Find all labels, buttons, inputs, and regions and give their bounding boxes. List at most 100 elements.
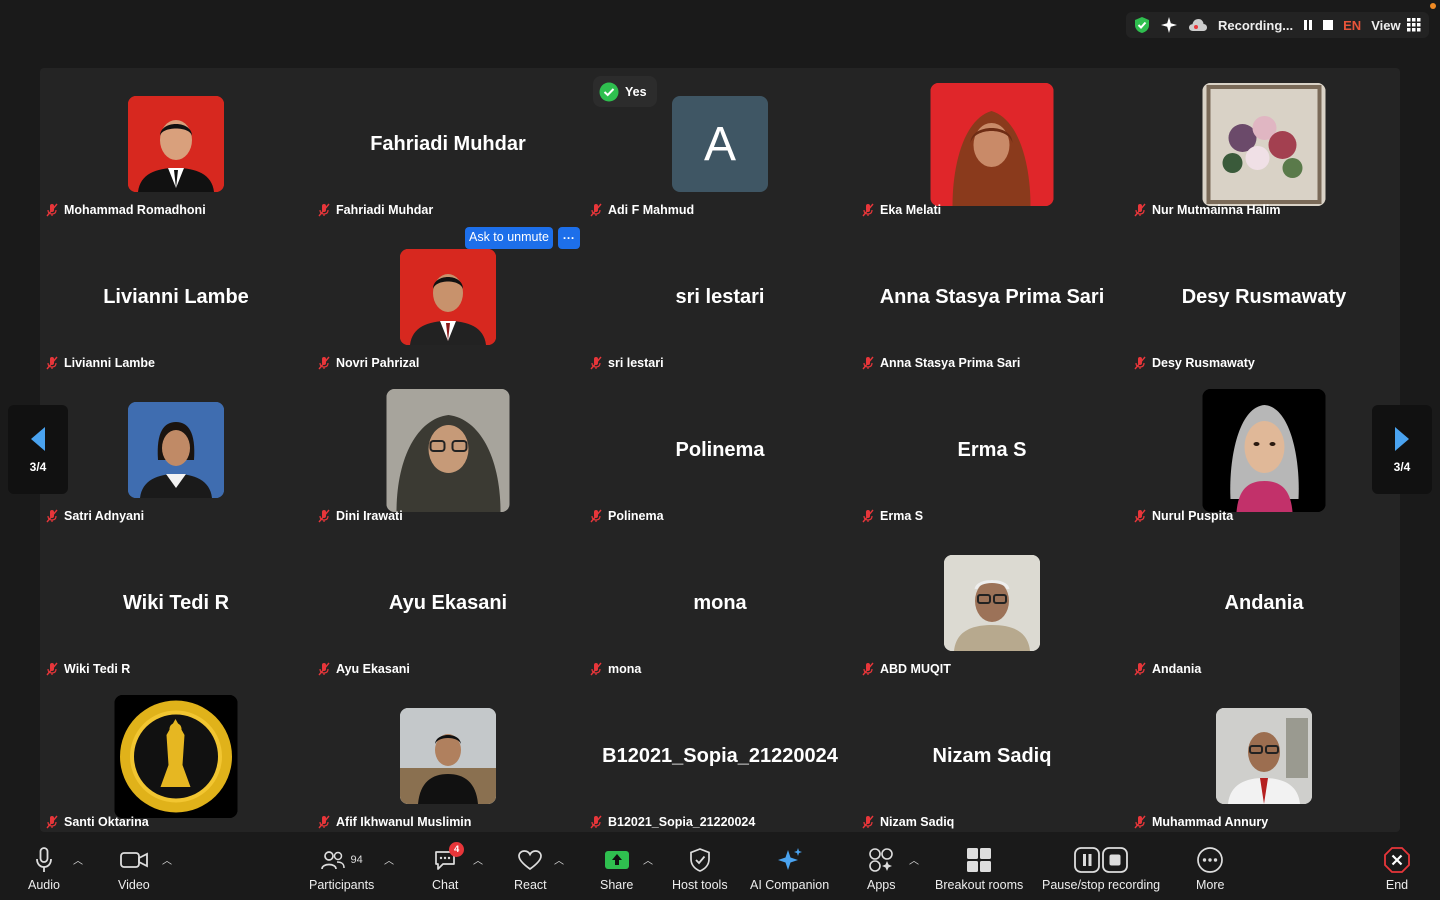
participant-photo [114,695,238,818]
participant-display-name: Andania [1224,592,1304,614]
more-dots-icon [1197,847,1224,873]
notification-dot [1430,3,1436,9]
participant-tile[interactable]: Mohammad Romadhoni [40,68,312,221]
participant-name: Nurul Puspita [1152,509,1234,523]
participant-name-label: Livianni Lambe [46,356,155,370]
participant-tile[interactable]: Livianni Lambe Livianni Lambe [40,221,312,374]
participant-tile[interactable]: Afif Ikhwanul Muslimin [312,680,584,833]
participant-photo [944,555,1040,651]
muted-mic-icon [1134,356,1146,370]
participant-photo [128,402,224,498]
pause-recording-icon[interactable] [1303,20,1313,30]
participant-tile[interactable]: Muhammad Annury [1128,680,1400,833]
audio-options-chevron-icon[interactable]: ︿ [73,852,83,867]
participant-tile[interactable]: Dini Irawati [312,374,584,527]
grid-view-icon [1406,18,1421,32]
participant-tile[interactable]: ABD MUQIT [856,527,1128,680]
participant-photo [1216,708,1312,804]
participant-tile[interactable]: Fahriadi Muhdar Fahriadi Muhdar [312,68,584,221]
muted-mic-icon [318,203,330,217]
muted-mic-icon [590,815,602,829]
ask-to-unmute-group: Ask to unmute ··· [465,227,580,249]
react-options-chevron-icon[interactable]: ︿ [554,852,564,867]
participant-tile[interactable]: Satri Adnyani [40,374,312,527]
host-shield-icon [689,848,710,872]
view-button[interactable]: View [1371,18,1421,33]
previous-page-button[interactable]: 3/4 [8,405,68,494]
share-options-chevron-icon[interactable]: ︿ [643,852,653,867]
encryption-shield-icon[interactable] [1134,16,1150,34]
share-button[interactable]: Share [600,846,633,892]
participant-tile[interactable]: Andania Andania [1128,527,1400,680]
participant-tile[interactable]: B12021_Sopia_21220024 B12021_Sopia_21220… [584,680,856,833]
participant-name: Dini Irawati [336,509,403,523]
breakout-rooms-button[interactable]: Breakout rooms [935,846,1023,892]
participant-tile[interactable]: Ayu Ekasani Ayu Ekasani [312,527,584,680]
apps-options-chevron-icon[interactable]: ︿ [909,852,919,867]
participant-name: Polinema [608,509,664,523]
react-label: React [514,878,547,892]
participant-display-name: Wiki Tedi R [122,592,230,614]
pause-stop-recording-button[interactable]: Pause/stop recording [1042,846,1160,892]
more-label: More [1196,878,1225,892]
heart-icon [518,850,543,871]
muted-mic-icon [1134,509,1146,523]
participant-photo [1202,83,1326,206]
end-meeting-button[interactable]: End [1384,846,1410,892]
participant-tile[interactable]: Santi Oktarina [40,680,312,833]
participant-tile[interactable]: mona mona [584,527,856,680]
react-button[interactable]: React [514,846,547,892]
participant-tile[interactable]: Polinema Polinema [584,374,856,527]
participant-tile[interactable]: Nurul Puspita [1128,374,1400,527]
ai-companion-button[interactable]: AI Companion [750,846,829,892]
participants-options-chevron-icon[interactable]: ︿ [384,852,394,867]
video-options-chevron-icon[interactable]: ︿ [162,852,172,867]
chat-options-chevron-icon[interactable]: ︿ [473,852,483,867]
muted-mic-icon [862,203,874,217]
participant-display-name: Erma S [957,439,1027,461]
participant-display-name: Ayu Ekasani [388,592,508,614]
participant-name: Livianni Lambe [64,356,155,370]
participants-button[interactable]: 94 Participants [309,846,374,892]
participant-display-name: Desy Rusmawaty [1181,286,1347,308]
participant-tile[interactable]: Anna Stasya Prima Sari Anna Stasya Prima… [856,221,1128,374]
participant-tile[interactable]: Nur Mutmainna Halim [1128,68,1400,221]
video-button[interactable]: Video [118,846,150,892]
participant-photo [128,96,224,192]
participant-tile[interactable]: Eka Melati [856,68,1128,221]
ai-sparkle-icon[interactable] [1160,16,1178,34]
participant-name-label: Andania [1134,662,1201,676]
participant-tile[interactable]: Wiki Tedi R Wiki Tedi R [40,527,312,680]
ask-to-unmute-button[interactable]: Ask to unmute [465,227,553,249]
audio-button[interactable]: Audio [28,846,60,892]
participant-name-label: Ayu Ekasani [318,662,410,676]
participant-name-label: Novri Pahrizal [318,356,419,370]
participant-name: Adi F Mahmud [608,203,695,217]
chat-button[interactable]: 4 Chat [432,842,465,892]
host-tools-button[interactable]: Host tools [672,846,728,892]
more-button[interactable]: More [1196,846,1224,892]
muted-mic-icon [318,509,330,523]
participant-tile[interactable]: Nizam Sadiq Nizam Sadiq [856,680,1128,833]
participant-tile[interactable]: Desy Rusmawaty Desy Rusmawaty [1128,221,1400,374]
muted-mic-icon [590,662,602,676]
pause-stop-recording-icon [1074,847,1128,873]
end-close-icon [1384,847,1410,873]
arrow-right-icon [1395,426,1409,451]
muted-mic-icon [318,815,330,829]
participant-name: ABD MUQIT [880,662,951,676]
muted-mic-icon [1134,815,1146,829]
page-indicator-left: 3/4 [29,459,47,474]
participant-tile[interactable]: sri lestari sri lestari [584,221,856,374]
apps-button[interactable]: Apps [867,846,896,892]
participant-tile[interactable]: Erma S Erma S [856,374,1128,527]
participant-photo [386,389,510,512]
next-page-button[interactable]: 3/4 [1372,405,1432,494]
chat-label: Chat [432,878,459,892]
participant-name-label: sri lestari [590,356,664,370]
stop-recording-icon[interactable] [1323,20,1334,30]
muted-mic-icon [590,203,602,217]
language-interpretation-button[interactable]: EN [1343,18,1361,33]
tile-more-options-button[interactable]: ··· [557,227,580,249]
breakout-rooms-label: Breakout rooms [935,878,1024,892]
